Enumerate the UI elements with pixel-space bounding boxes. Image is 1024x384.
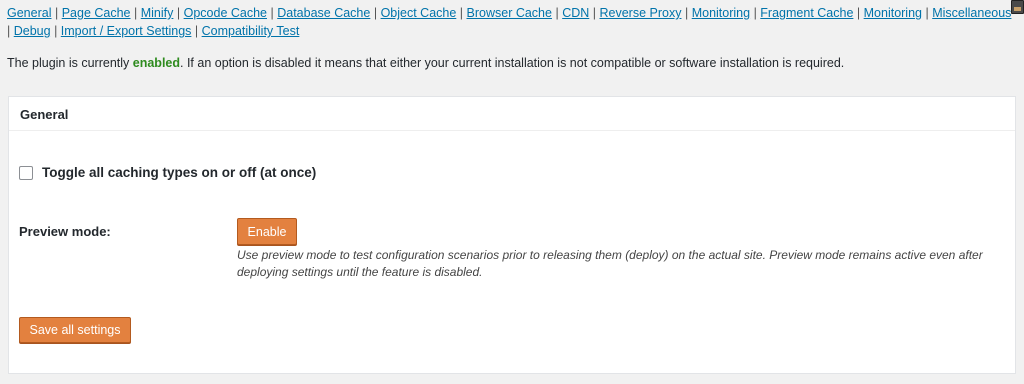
nav-separator: | [753, 6, 757, 20]
nav-link-monitoring-2[interactable]: Monitoring [864, 6, 922, 20]
nav-separator: | [592, 6, 597, 20]
nav-link-cdn[interactable]: CDN [562, 6, 589, 20]
toggle-all-caching-row[interactable]: Toggle all caching types on or off (at o… [19, 165, 316, 180]
browser-extension-icon[interactable] [1011, 0, 1024, 14]
save-all-settings-button[interactable]: Save all settings [19, 317, 131, 343]
nav-link-fragment-cache[interactable]: Fragment Cache [760, 6, 853, 20]
nav-link-debug[interactable]: Debug [14, 24, 51, 38]
plugin-status-text: The plugin is currently enabled. If an o… [7, 56, 844, 70]
nav-link-minify[interactable]: Minify [141, 6, 174, 20]
nav-separator: | [373, 6, 378, 20]
panel-title: General [9, 97, 1015, 131]
nav-link-import-export[interactable]: Import / Export Settings [61, 24, 192, 38]
general-settings-panel: General Toggle all caching types on or o… [8, 96, 1016, 374]
preview-mode-description: Use preview mode to test configuration s… [237, 248, 983, 279]
nav-link-object-cache[interactable]: Object Cache [381, 6, 457, 20]
nav-link-reverse-proxy[interactable]: Reverse Proxy [600, 6, 682, 20]
nav-separator: | [684, 6, 689, 20]
preview-mode-label: Preview mode: [19, 224, 111, 239]
toggle-all-caching-checkbox[interactable] [19, 165, 33, 180]
status-suffix: . If an option is disabled it means that… [180, 56, 845, 70]
nav-link-monitoring[interactable]: Monitoring [692, 6, 750, 20]
nav-separator: | [856, 6, 861, 20]
nav-link-browser-cache[interactable]: Browser Cache [467, 6, 552, 20]
nav-separator: | [7, 24, 11, 38]
nav-separator: | [134, 6, 138, 20]
nav-separator: | [54, 24, 58, 38]
nav-link-compatibility-test[interactable]: Compatibility Test [202, 24, 300, 38]
nav-link-general[interactable]: General [7, 6, 51, 20]
nav-link-miscellaneous[interactable]: Miscellaneous [932, 6, 1011, 20]
nav-link-page-cache[interactable]: Page Cache [62, 6, 131, 20]
toggle-all-caching-label[interactable]: Toggle all caching types on or off (at o… [42, 165, 316, 180]
nav-separator: | [555, 6, 559, 20]
nav-link-opcode-cache[interactable]: Opcode Cache [184, 6, 267, 20]
settings-nav: General | Page Cache | Minify | Opcode C… [7, 4, 1023, 40]
nav-separator: | [270, 6, 274, 20]
nav-separator: | [54, 6, 59, 20]
nav-separator: | [194, 24, 199, 38]
nav-link-database-cache[interactable]: Database Cache [277, 6, 370, 20]
enable-preview-button[interactable]: Enable [237, 218, 297, 245]
status-prefix: The plugin is currently [7, 56, 130, 70]
status-enabled-badge: enabled [132, 56, 181, 70]
nav-separator: | [925, 6, 929, 20]
nav-separator: | [176, 6, 181, 20]
nav-separator: | [459, 6, 464, 20]
